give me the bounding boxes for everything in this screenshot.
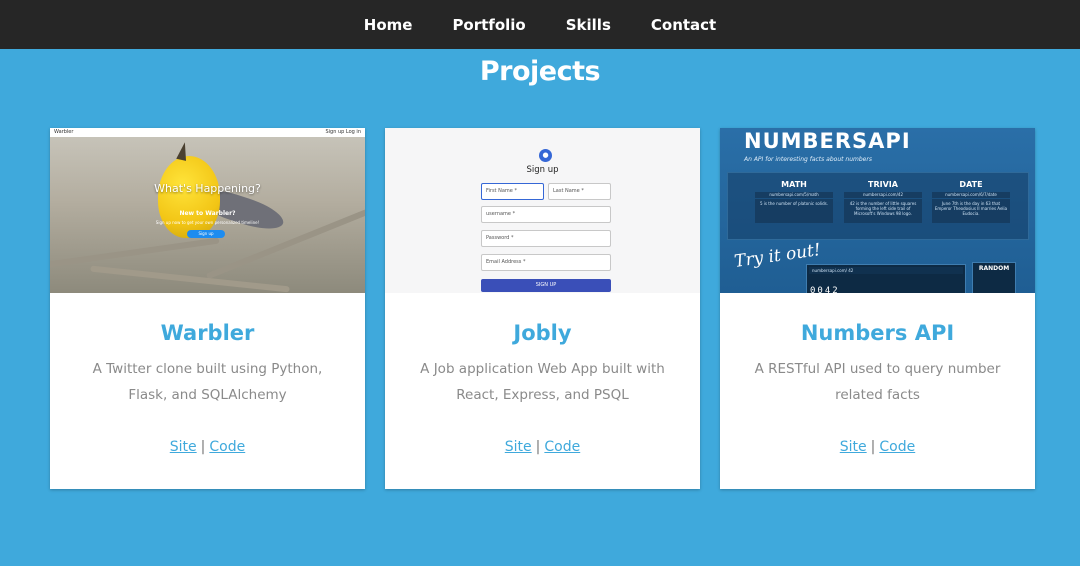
jobly-first-name-field: First Name * xyxy=(481,183,544,200)
site-link[interactable]: Site xyxy=(840,439,867,455)
numbers-col-trivia: TRIVIA numbersapi.com/42 42 is the numbe… xyxy=(844,180,922,223)
col-url: numbersapi.com/6/7/date xyxy=(932,192,1010,198)
project-title: Numbers API xyxy=(800,321,955,345)
link-separator: | xyxy=(870,439,876,455)
nav-contact[interactable]: Contact xyxy=(631,16,736,34)
project-screenshot-numbers-api[interactable]: NUMBERSAPI An API for interesting facts … xyxy=(720,128,1035,293)
warbler-topbar: Warbler Sign up Log in xyxy=(50,128,365,137)
link-separator: | xyxy=(535,439,541,455)
project-screenshot-jobly[interactable]: ● Sign up First Name * Last Name * usern… xyxy=(385,128,700,293)
code-link[interactable]: Code xyxy=(544,439,580,455)
warbler-top-links: Sign up Log in xyxy=(325,129,361,135)
project-links: Site | Code xyxy=(50,439,365,455)
site-link[interactable]: Site xyxy=(170,439,197,455)
lock-icon: ● xyxy=(539,149,552,162)
jobly-username-field: username * xyxy=(481,206,611,223)
nav-portfolio[interactable]: Portfolio xyxy=(432,16,545,34)
project-card-warbler: Warbler Sign up Log in What's Happening?… xyxy=(50,128,365,489)
col-fact: June 7th is the day in 63 that Emperor T… xyxy=(932,199,1010,223)
warbler-headline: What's Happening? xyxy=(154,182,261,195)
project-links: Site | Code xyxy=(720,439,1035,455)
numbers-tagline: An API for interesting facts about numbe… xyxy=(744,156,872,163)
project-description: A Job application Web App built with Rea… xyxy=(420,361,665,403)
warbler-signup-button: Sign up xyxy=(187,230,225,238)
project-title: Warbler xyxy=(160,321,255,345)
col-head: MATH xyxy=(781,180,807,189)
site-link[interactable]: Site xyxy=(505,439,532,455)
col-head: TRIVIA xyxy=(868,180,898,189)
col-fact: 5 is the number of platonic solids. xyxy=(755,199,833,223)
project-links: Site | Code xyxy=(385,439,700,455)
numbers-try-url: numbersapi.com/ 42 xyxy=(809,267,963,274)
jobly-heading: Sign up xyxy=(526,165,559,175)
project-description: A RESTful API used to query number relat… xyxy=(754,361,1001,403)
project-description: A Twitter clone built using Python, Flas… xyxy=(92,361,323,403)
col-head: DATE xyxy=(959,180,983,189)
project-card-jobly: ● Sign up First Name * Last Name * usern… xyxy=(385,128,700,489)
nav-home[interactable]: Home xyxy=(344,16,433,34)
col-url: numbersapi.com/5/math xyxy=(755,192,833,198)
col-fact: 42 is the number of little squares formi… xyxy=(844,199,922,223)
jobly-password-field: Password * xyxy=(481,230,611,247)
col-url: numbersapi.com/42 xyxy=(844,192,922,198)
link-separator: | xyxy=(200,439,206,455)
jobly-email-field: Email Address * xyxy=(481,254,611,271)
jobly-signup-button: SIGN UP xyxy=(481,279,611,292)
nav-skills[interactable]: Skills xyxy=(546,16,631,34)
code-link[interactable]: Code xyxy=(879,439,915,455)
project-title: Jobly xyxy=(513,321,572,345)
numbers-logo: NUMBERSAPI xyxy=(744,129,911,153)
warbler-sub2: Sign up now to get your own personalized… xyxy=(155,220,260,225)
numbers-random-label: RANDOM xyxy=(972,262,1016,293)
project-card-numbers-api: NUMBERSAPI An API for interesting facts … xyxy=(720,128,1035,489)
project-screenshot-warbler[interactable]: Warbler Sign up Log in What's Happening?… xyxy=(50,128,365,293)
bird-body xyxy=(158,156,220,238)
page-title: Projects xyxy=(479,56,601,87)
warbler-sub1: New to Warbler? xyxy=(179,210,236,217)
top-nav: Home Portfolio Skills Contact xyxy=(0,0,1080,49)
numbers-col-math: MATH numbersapi.com/5/math 5 is the numb… xyxy=(755,180,833,223)
warbler-logo: Warbler xyxy=(54,129,74,135)
jobly-last-name-field: Last Name * xyxy=(548,183,611,200)
numbers-digits: 0042 xyxy=(810,286,840,293)
numbers-col-date: DATE numbersapi.com/6/7/date June 7th is… xyxy=(932,180,1010,223)
code-link[interactable]: Code xyxy=(209,439,245,455)
